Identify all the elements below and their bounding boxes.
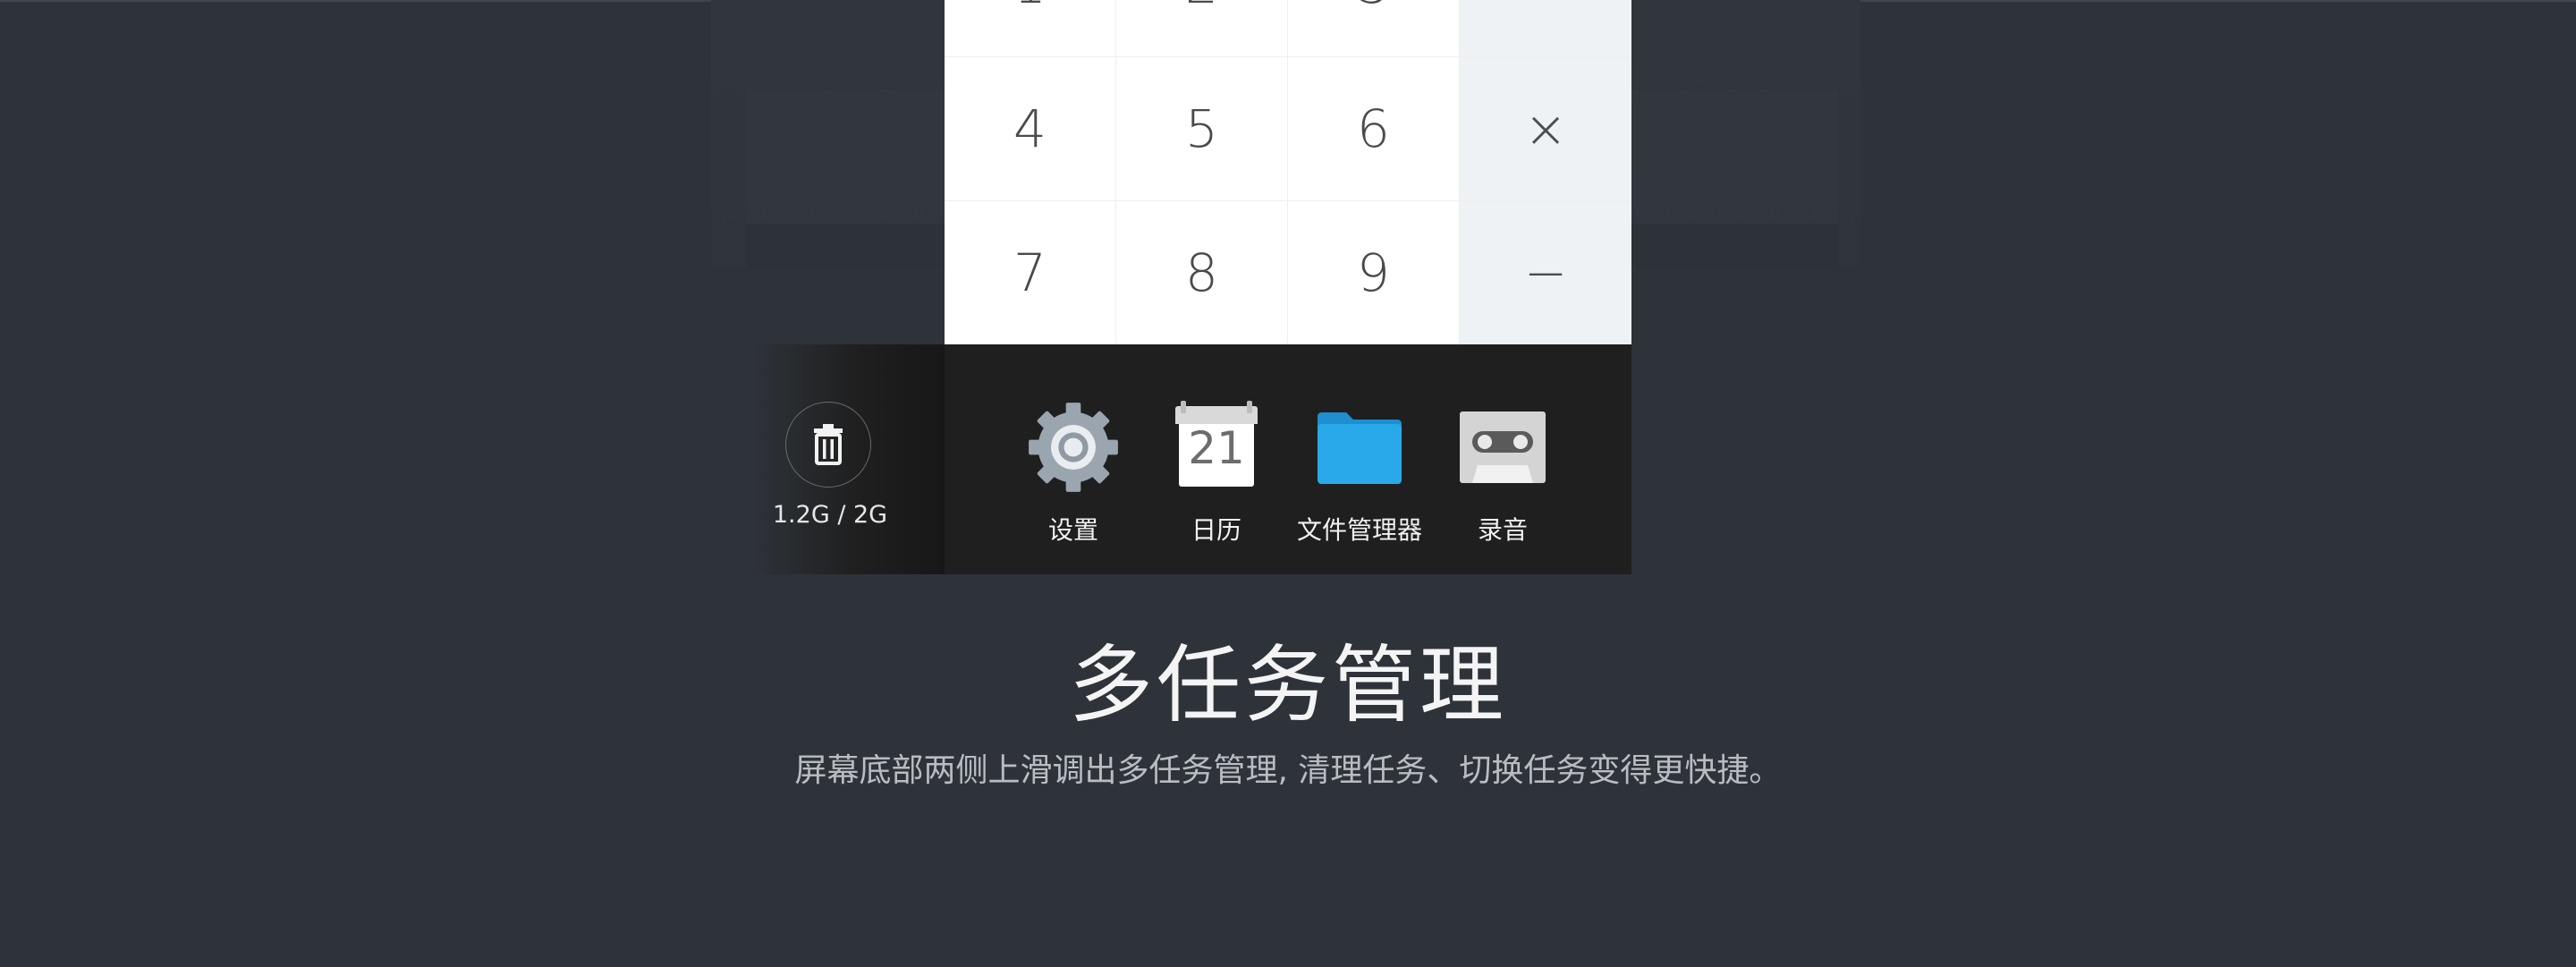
app-settings[interactable]: 设置 bbox=[997, 398, 1149, 547]
calculator-keypad[interactable]: 1 2 3 ÷ 4 5 6 × 7 8 9 − bbox=[945, 0, 1631, 344]
app-label: 录音 bbox=[1477, 515, 1528, 545]
key-multiply[interactable]: × bbox=[1460, 57, 1631, 201]
app-recorder[interactable]: 录音 bbox=[1427, 398, 1579, 547]
key-9[interactable]: 9 bbox=[1288, 201, 1460, 344]
calendar-icon: 21 bbox=[1167, 398, 1266, 496]
calendar-day: 21 bbox=[1188, 422, 1245, 474]
app-file-manager[interactable]: 文件管理器 bbox=[1284, 398, 1436, 547]
app-calendar[interactable]: 21 日历 bbox=[1140, 398, 1292, 547]
app-label: 日历 bbox=[1191, 515, 1241, 545]
gear-icon bbox=[1024, 398, 1123, 496]
key-6[interactable]: 6 bbox=[1288, 57, 1460, 201]
key-2[interactable]: 2 bbox=[1116, 0, 1288, 57]
key-3[interactable]: 3 bbox=[1288, 0, 1460, 57]
folder-icon bbox=[1310, 398, 1409, 496]
key-divide[interactable]: ÷ bbox=[1460, 0, 1631, 57]
feature-description: 屏幕底部两侧上滑调出多任务管理, 清理任务、切换任务变得更快捷。 bbox=[794, 752, 1782, 789]
feature-title: 多任务管理 bbox=[1068, 637, 1507, 734]
key-8[interactable]: 8 bbox=[1116, 201, 1288, 344]
key-4[interactable]: 4 bbox=[945, 57, 1116, 201]
clear-tasks-button[interactable] bbox=[785, 402, 871, 488]
trash-icon bbox=[814, 424, 843, 465]
memory-usage: 1.2G / 2G bbox=[772, 501, 888, 529]
key-5[interactable]: 5 bbox=[1116, 57, 1288, 201]
cassette-icon bbox=[1453, 398, 1552, 496]
key-1[interactable]: 1 bbox=[945, 0, 1116, 57]
app-label: 文件管理器 bbox=[1296, 515, 1422, 545]
key-minus[interactable]: − bbox=[1460, 201, 1631, 344]
app-label: 设置 bbox=[1047, 515, 1098, 545]
key-7[interactable]: 7 bbox=[945, 201, 1116, 344]
